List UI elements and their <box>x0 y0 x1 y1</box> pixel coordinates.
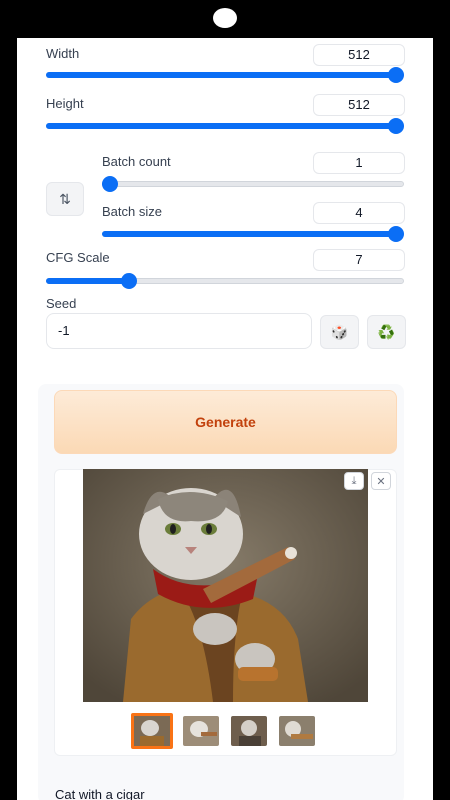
width-slider[interactable] <box>46 67 404 83</box>
batch-count-slider[interactable] <box>102 176 404 192</box>
generate-button[interactable]: Generate <box>54 390 397 454</box>
batch-size-slider[interactable] <box>102 226 404 242</box>
gallery-thumbnail-1[interactable] <box>131 713 173 749</box>
height-label: Height <box>46 96 84 111</box>
gallery-thumbnail-4[interactable] <box>279 716 315 746</box>
close-icon: ✕ <box>376 475 386 488</box>
seed-label: Seed <box>46 296 77 311</box>
thumbnail-3-image <box>239 720 261 746</box>
cfg-scale-label: CFG Scale <box>46 250 110 265</box>
batch-count-label: Batch count <box>102 154 171 169</box>
recycle-icon: ♻️ <box>377 323 396 340</box>
thumbnail-1-image <box>140 720 164 746</box>
swap-icon: ⇅ <box>59 190 71 207</box>
batch-count-number-input[interactable]: 1 <box>313 152 405 174</box>
camera-notch <box>213 8 237 28</box>
image-caption: Cat with a cigar <box>55 787 145 800</box>
batch-size-number-input[interactable]: 4 <box>313 202 405 224</box>
height-number-input[interactable]: 512 <box>313 94 405 116</box>
cfg-scale-slider[interactable] <box>46 273 404 289</box>
height-slider-thumb[interactable] <box>388 118 404 134</box>
width-slider-thumb[interactable] <box>388 67 404 83</box>
swap-dimensions-button[interactable]: ⇅ <box>46 182 84 216</box>
gallery-thumbnail-3[interactable] <box>231 716 267 746</box>
app-screen: Width 512 Height 512 ⇅ Batch count 1 Bat… <box>17 38 433 800</box>
download-button[interactable]: ⤓ <box>344 472 364 490</box>
reuse-seed-button[interactable]: ♻️ <box>367 315 406 349</box>
generated-image[interactable] <box>83 469 368 702</box>
thumbnail-4-image <box>285 721 313 739</box>
cfg-scale-number-input[interactable]: 7 <box>313 249 405 271</box>
download-icon: ⤓ <box>351 474 357 487</box>
seed-input[interactable]: -1 <box>46 313 312 349</box>
batch-count-slider-thumb[interactable] <box>102 176 118 192</box>
batch-size-label: Batch size <box>102 204 162 219</box>
phone-frame: Width 512 Height 512 ⇅ Batch count 1 Bat… <box>0 0 450 800</box>
batch-size-slider-thumb[interactable] <box>388 226 404 242</box>
random-seed-button[interactable]: 🎲 <box>320 315 359 349</box>
width-number-input[interactable]: 512 <box>313 44 405 66</box>
height-slider[interactable] <box>46 118 404 134</box>
width-label: Width <box>46 46 80 61</box>
dice-icon: 🎲 <box>330 323 349 340</box>
cat-with-cigar-image <box>83 469 368 702</box>
close-image-button[interactable]: ✕ <box>371 472 391 490</box>
cfg-scale-slider-thumb[interactable] <box>121 273 138 289</box>
thumbnail-2-image <box>190 721 217 737</box>
gallery-thumbnail-2[interactable] <box>183 716 219 746</box>
